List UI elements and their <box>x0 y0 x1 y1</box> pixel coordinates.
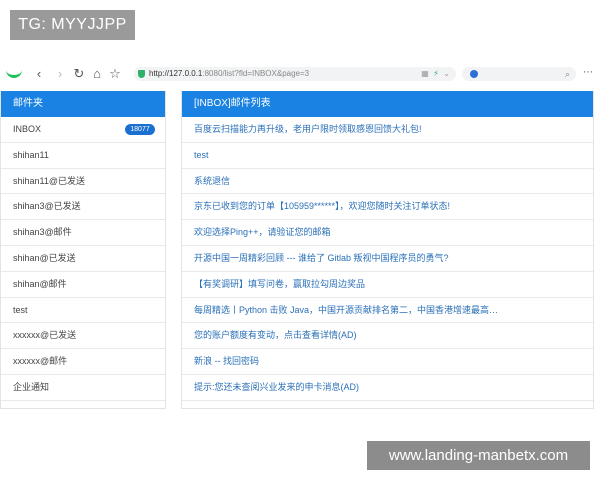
home-icon[interactable]: ⌂ <box>90 67 104 81</box>
folder-panel-header: 邮件夹 <box>1 91 165 117</box>
mail-item[interactable]: 百度云扫描能力再升级，老用户限时领取感恩回馈大礼包! <box>182 117 593 143</box>
folder-item[interactable]: 企业通知 <box>1 375 165 401</box>
watermark-tag: TG: MYYJJPP <box>10 10 135 40</box>
mail-item[interactable]: 新浪 -- 找回密码 <box>182 349 593 375</box>
folder-item[interactable]: test <box>1 298 165 324</box>
address-url: http://127.0.0.1:8080/list?fld=INBOX&pag… <box>149 67 309 81</box>
forward-icon[interactable]: › <box>53 67 67 81</box>
folder-item[interactable]: xxxxxx@邮件 <box>1 349 165 375</box>
grid-icon[interactable]: ▦ <box>421 69 429 78</box>
mail-item[interactable]: 开源中国一周精彩回顾 --- 谁给了 Gitlab 叛视中国程序员的勇气? <box>182 246 593 272</box>
reload-icon[interactable]: ↻ <box>72 67 86 81</box>
search-box[interactable]: ⌕ <box>462 67 576 81</box>
browser-logo-icon <box>6 66 22 78</box>
mail-item[interactable]: 欢迎选择Ping++，请验证您的邮箱 <box>182 220 593 246</box>
folder-panel: 邮件夹 INBOX 18077 shihan11 shihan11@已发送 sh… <box>0 91 166 409</box>
folder-item[interactable]: shihan11@已发送 <box>1 169 165 195</box>
security-shield-icon <box>138 70 145 78</box>
folder-item[interactable]: shihan3@已发送 <box>1 194 165 221</box>
mail-item[interactable]: test <box>182 143 593 169</box>
menu-icon[interactable]: ⋯ <box>583 67 593 78</box>
address-bar[interactable]: http://127.0.0.1:8080/list?fld=INBOX&pag… <box>134 67 456 81</box>
folder-item-inbox[interactable]: INBOX 18077 <box>1 117 165 143</box>
folder-item[interactable]: shihan11 <box>1 143 165 169</box>
folder-item[interactable]: shihan3@邮件 <box>1 220 165 246</box>
mail-item[interactable]: 京东已收到您的订单【105959******】，欢迎您随时关注订单状态! <box>182 194 593 221</box>
folder-item[interactable]: xxxxxx@已发送 <box>1 323 165 350</box>
url-path: :8080/list?fld=INBOX&page=3 <box>202 69 310 78</box>
folder-item[interactable]: shihan@已发送 <box>1 246 165 272</box>
search-engine-icon <box>470 70 478 78</box>
folder-label: INBOX <box>13 124 42 134</box>
mail-item[interactable]: 提示:您还未查阅兴业发来的申卡消息(AD) <box>182 375 593 401</box>
bookmark-star-icon[interactable]: ☆ <box>108 67 122 81</box>
mail-item[interactable]: 每周精选丨Python 击败 Java，中国开源贡献排名第二，中国香港增速最高… <box>182 298 593 324</box>
unread-count-badge: 18077 <box>125 124 155 135</box>
mail-list-header: [INBOX]邮件列表 <box>182 91 593 117</box>
folder-item[interactable]: shihan@邮件 <box>1 272 165 298</box>
mail-item[interactable]: 系统退信 <box>182 169 593 195</box>
mail-item[interactable]: 您的账户额度有变动，点击查看详情(AD) <box>182 323 593 350</box>
watermark-site: www.landing-manbetx.com <box>367 441 590 470</box>
mail-list-panel: [INBOX]邮件列表 百度云扫描能力再升级，老用户限时领取感恩回馈大礼包! t… <box>181 91 594 409</box>
address-actions: ▦ ⚡ ⌄ <box>421 67 450 81</box>
chevron-down-icon[interactable]: ⌄ <box>443 69 450 78</box>
back-icon[interactable]: ‹ <box>32 67 46 81</box>
browser-toolbar: ‹ › ↻ ⌂ ☆ http://127.0.0.1:8080/list?fld… <box>0 66 600 84</box>
url-host: http://127.0.0.1 <box>149 69 203 78</box>
bolt-icon[interactable]: ⚡ <box>433 69 439 78</box>
search-icon[interactable]: ⌕ <box>565 69 570 80</box>
mail-item[interactable]: 【有奖调研】填写问卷，赢取拉勾周边奖品 <box>182 272 593 298</box>
